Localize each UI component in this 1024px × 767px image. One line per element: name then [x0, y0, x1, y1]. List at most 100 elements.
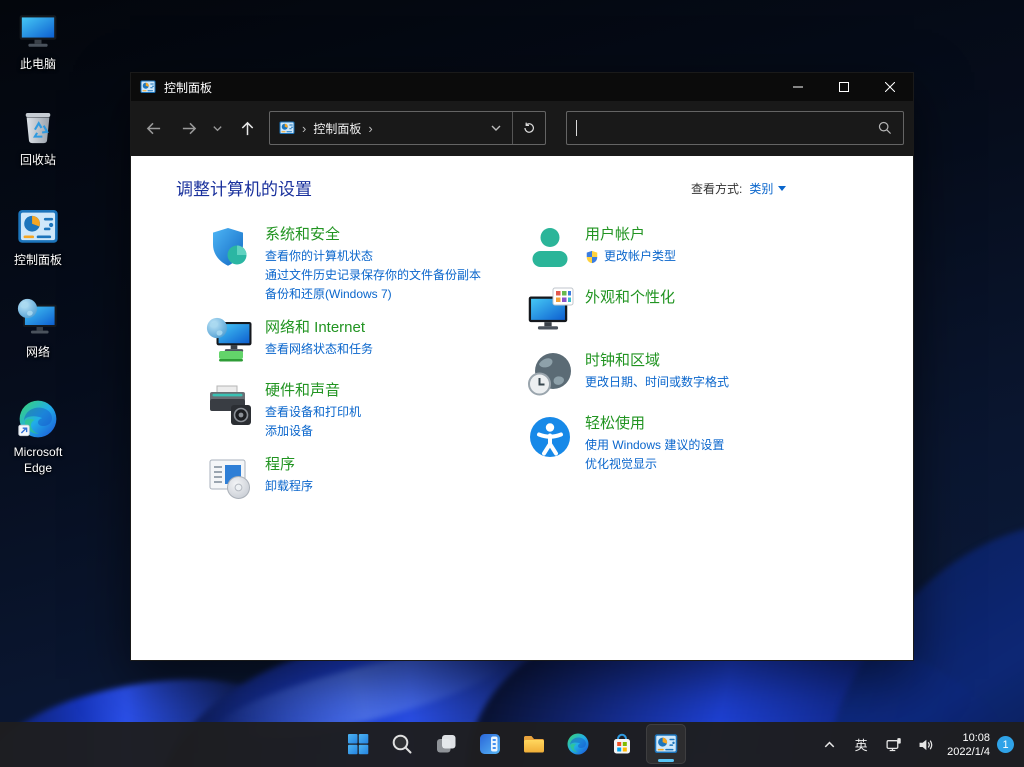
chevron-up-icon	[821, 736, 838, 753]
network-tray-button[interactable]	[877, 725, 909, 765]
desktop-icon-edge[interactable]: Microsoft Edge	[2, 398, 74, 476]
search-input[interactable]	[566, 111, 904, 145]
hardware-sound-icon[interactable]	[206, 380, 254, 428]
input-language-button[interactable]: 英	[845, 725, 877, 765]
programs-icon[interactable]	[206, 454, 254, 502]
ease-of-access-icon[interactable]	[526, 413, 574, 461]
recent-locations-button[interactable]	[206, 113, 228, 143]
category-title-network-internet[interactable]: 网络和 Internet	[265, 317, 373, 338]
network-icon	[885, 736, 902, 753]
maximize-button[interactable]	[821, 73, 867, 101]
volume-tray-button[interactable]	[909, 725, 941, 765]
forward-button[interactable]	[174, 113, 204, 143]
search-icon	[878, 121, 892, 135]
up-button[interactable]	[232, 113, 262, 143]
maximize-icon	[839, 82, 849, 92]
close-button[interactable]	[867, 73, 913, 101]
category-title-hardware-sound[interactable]: 硬件和声音	[265, 380, 361, 401]
category-title-clock-region[interactable]: 时钟和区域	[585, 350, 729, 371]
search-icon	[390, 732, 414, 756]
minimize-icon	[793, 82, 803, 92]
edge-button[interactable]	[558, 724, 598, 764]
taskbar-search-button[interactable]	[382, 724, 422, 764]
appearance-personalization-icon[interactable]	[526, 287, 574, 335]
link-uninstall-program[interactable]: 卸载程序	[265, 477, 313, 496]
breadcrumb-separator: ›	[368, 121, 372, 136]
tray-time: 10:08	[947, 731, 990, 745]
category-user-accounts: 用户帐户 更改帐户类型	[526, 224, 841, 274]
link-label: 更改帐户类型	[604, 247, 676, 266]
window-title: 控制面板	[164, 79, 212, 96]
system-security-icon[interactable]	[206, 224, 254, 272]
network-internet-icon[interactable]	[206, 317, 254, 365]
minimize-button[interactable]	[775, 73, 821, 101]
widgets-button[interactable]	[470, 724, 510, 764]
link-file-history-backup[interactable]: 通过文件历史记录保存你的文件备份副本	[265, 266, 481, 285]
category-title-system-security[interactable]: 系统和安全	[265, 224, 481, 245]
category-programs: 程序 卸载程序	[206, 454, 521, 504]
desktop-icon-label: 此电脑	[20, 57, 56, 73]
microsoft-store-button[interactable]	[602, 724, 642, 764]
network-icon	[17, 298, 59, 340]
user-accounts-icon[interactable]	[526, 224, 574, 272]
category-title-programs[interactable]: 程序	[265, 454, 313, 475]
task-view-button[interactable]	[426, 724, 466, 764]
file-explorer-button[interactable]	[514, 724, 554, 764]
view-by-control: 查看方式: 类别	[691, 180, 786, 197]
up-arrow-icon	[239, 120, 256, 137]
link-change-account-type[interactable]: 更改帐户类型	[585, 247, 676, 266]
close-icon	[885, 82, 895, 92]
address-bar[interactable]: › 控制面板 ›	[269, 111, 546, 145]
desktop-icon-control-panel[interactable]: 控制面板	[2, 206, 74, 269]
category-title-appearance[interactable]: 外观和个性化	[585, 287, 675, 308]
link-suggested-settings[interactable]: 使用 Windows 建议的设置	[585, 436, 724, 455]
view-by-label: 查看方式:	[691, 180, 742, 197]
tray-clock[interactable]: 10:08 2022/1/4	[947, 731, 990, 759]
text-caret	[576, 120, 577, 136]
uac-shield-icon	[585, 250, 599, 264]
link-change-date-time-format[interactable]: 更改日期、时间或数字格式	[585, 373, 729, 392]
microsoft-store-icon	[610, 732, 634, 756]
tray-expand-button[interactable]	[813, 725, 845, 765]
desktop-icon-label: 控制面板	[14, 253, 62, 269]
desktop-icon-label: 回收站	[20, 153, 56, 169]
address-dropdown-chevron-icon[interactable]	[490, 122, 502, 134]
refresh-button[interactable]	[513, 112, 545, 144]
task-view-icon	[434, 732, 458, 756]
tray-date: 2022/1/4	[947, 745, 990, 759]
category-column-left: 系统和安全 查看你的计算机状态 通过文件历史记录保存你的文件备份副本 备份和还原…	[206, 224, 521, 517]
start-button[interactable]	[338, 724, 378, 764]
breadcrumb-separator: ›	[302, 121, 306, 136]
control-panel-icon	[140, 79, 156, 95]
taskbar-control-panel-button[interactable]	[646, 724, 686, 764]
control-panel-content: 调整计算机的设置 查看方式: 类别 系统和安全 查看你的计算机状态 通过文件历史…	[131, 156, 913, 660]
category-appearance-personalization: 外观和个性化	[526, 287, 841, 337]
dropdown-arrow-icon[interactable]	[778, 186, 786, 191]
category-title-user-accounts[interactable]: 用户帐户	[585, 224, 676, 245]
link-backup-restore-win7[interactable]: 备份和还原(Windows 7)	[265, 285, 481, 304]
control-panel-icon	[654, 732, 678, 756]
link-optimize-visual-display[interactable]: 优化视觉显示	[585, 455, 724, 474]
desktop-icon-recycle-bin[interactable]: 回收站	[2, 106, 74, 169]
link-view-devices-printers[interactable]: 查看设备和打印机	[265, 403, 361, 422]
category-clock-region: 时钟和区域 更改日期、时间或数字格式	[526, 350, 841, 400]
link-check-computer-status[interactable]: 查看你的计算机状态	[265, 247, 481, 266]
back-button[interactable]	[138, 113, 168, 143]
desktop-icon-this-pc[interactable]: 此电脑	[2, 10, 74, 73]
page-title: 调整计算机的设置	[176, 175, 312, 200]
category-title-ease-of-access[interactable]: 轻松使用	[585, 413, 724, 434]
category-network-internet: 网络和 Internet 查看网络状态和任务	[206, 317, 521, 367]
category-ease-of-access: 轻松使用 使用 Windows 建议的设置 优化视觉显示	[526, 413, 841, 474]
clock-region-icon[interactable]	[526, 350, 574, 398]
windows-logo-icon	[346, 732, 370, 756]
desktop-icon-network[interactable]: 网络	[2, 298, 74, 361]
back-arrow-icon	[145, 120, 162, 137]
view-by-dropdown[interactable]: 类别	[749, 180, 773, 197]
link-view-network-status[interactable]: 查看网络状态和任务	[265, 340, 373, 359]
link-add-device[interactable]: 添加设备	[265, 422, 361, 441]
widgets-icon	[478, 732, 502, 756]
desktop-icon-label: 网络	[26, 345, 50, 361]
breadcrumb-item-control-panel[interactable]: 控制面板	[313, 120, 361, 137]
window-titlebar[interactable]: 控制面板	[131, 73, 913, 101]
notification-badge[interactable]: 1	[997, 736, 1014, 753]
